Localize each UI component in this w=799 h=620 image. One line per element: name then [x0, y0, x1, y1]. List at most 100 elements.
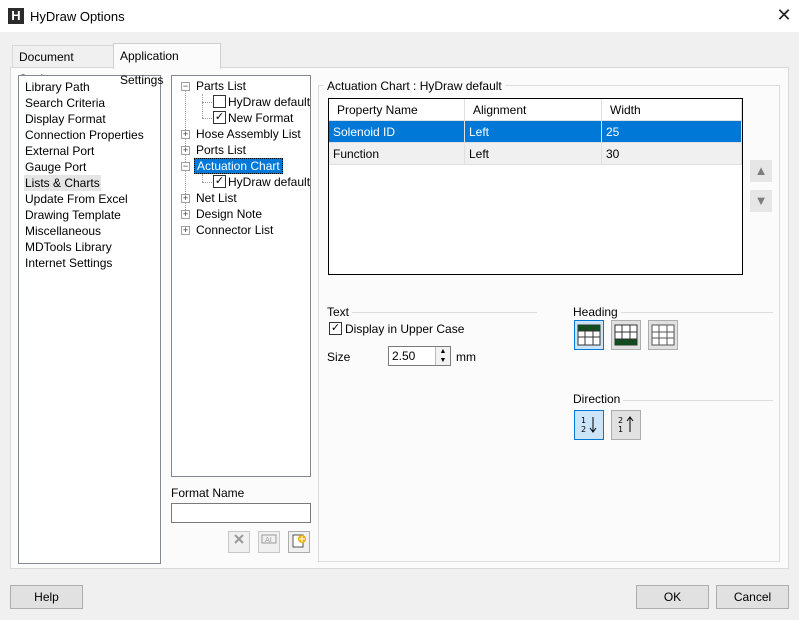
delete-icon [234, 534, 244, 544]
close-icon[interactable]: ✕ [772, 4, 796, 28]
format-name-label: Format Name [171, 486, 245, 500]
expand-icon[interactable]: + [181, 194, 190, 203]
category-mdtools-library[interactable]: MDTools Library [25, 239, 112, 255]
heading-top-icon [577, 324, 601, 346]
app-icon: H [8, 8, 24, 24]
window-title: HyDraw Options [30, 9, 125, 24]
size-unit: mm [456, 350, 476, 364]
format-tree[interactable]: − Parts List HyDraw default ✓ New Format… [171, 75, 311, 477]
tree-node-actuation-chart[interactable]: − Actuation Chart [172, 158, 302, 174]
tree-node-parts-new-format[interactable]: ✓ New Format [172, 110, 302, 126]
chart-group-title: Actuation Chart : HyDraw default [324, 79, 505, 93]
cell-width[interactable]: 30 [602, 143, 742, 165]
heading-none-button[interactable] [648, 320, 678, 350]
column-header[interactable]: Width [602, 99, 742, 121]
checkbox-checked[interactable]: ✓ [213, 175, 226, 188]
upper-case-checkbox[interactable]: ✓ [329, 322, 342, 335]
new-format-button[interactable] [288, 531, 310, 553]
collapse-icon[interactable]: − [181, 162, 190, 171]
new-format-icon [292, 534, 306, 548]
spin-up-icon[interactable]: ▲ [435, 347, 450, 356]
heading-bottom-icon [614, 324, 638, 346]
triangle-down-icon: ▼ [754, 193, 768, 208]
tree-node-parts-hydraw-default[interactable]: HyDraw default [172, 94, 310, 110]
category-list[interactable]: Library Path Search Criteria Display For… [18, 75, 161, 564]
direction-up-button[interactable]: 2 1 [611, 410, 641, 440]
tree-node-design-note[interactable]: + Design Note [172, 206, 302, 222]
tree-node-connector-list[interactable]: + Connector List [172, 222, 302, 238]
upper-case-label: Display in Upper Case [345, 322, 465, 336]
category-search-criteria[interactable]: Search Criteria [25, 95, 105, 111]
heading-bottom-button[interactable] [611, 320, 641, 350]
property-grid[interactable]: Property Name Alignment Width Solenoid I… [328, 98, 743, 275]
column-header[interactable]: Alignment [465, 99, 602, 121]
tree-label: Parts List [196, 79, 247, 93]
tab-application-settings[interactable]: Application Settings [113, 43, 221, 87]
size-stepper[interactable]: 2.50 ▲ ▼ [388, 346, 451, 366]
tree-node-hose-assembly-list[interactable]: + Hose Assembly List [172, 126, 302, 142]
category-miscellaneous[interactable]: Miscellaneous [25, 223, 101, 239]
cell-alignment[interactable]: Left [465, 143, 602, 165]
tree-label: Net List [196, 191, 237, 205]
tree-label: HyDraw default [228, 175, 311, 189]
category-update-from-excel[interactable]: Update From Excel [25, 191, 128, 207]
text-group-title: Text [327, 305, 353, 319]
triangle-up-icon: ▲ [754, 163, 768, 178]
category-internet-settings[interactable]: Internet Settings [25, 255, 112, 271]
tree-label: Ports List [196, 143, 247, 157]
cell-property-name[interactable]: Function [329, 143, 465, 165]
category-external-port[interactable]: External Port [25, 143, 94, 159]
rename-format-button[interactable]: AI [258, 531, 280, 553]
expand-icon[interactable]: + [181, 210, 190, 219]
tree-node-ports-list[interactable]: + Ports List [172, 142, 302, 158]
move-down-button[interactable]: ▼ [750, 190, 772, 212]
tree-node-parts-list[interactable]: − Parts List [172, 78, 302, 94]
size-label: Size [327, 350, 351, 364]
move-up-button[interactable]: ▲ [750, 160, 772, 182]
category-drawing-template[interactable]: Drawing Template [25, 207, 121, 223]
svg-text:2: 2 [581, 425, 586, 434]
delete-format-button[interactable] [228, 531, 250, 553]
checkbox-unchecked[interactable] [213, 95, 226, 108]
tree-label-selected: Actuation Chart [194, 158, 283, 174]
heading-top-button[interactable] [574, 320, 604, 350]
ok-button[interactable]: OK [636, 585, 709, 609]
svg-text:1: 1 [581, 416, 586, 425]
category-lists-charts[interactable]: Lists & Charts [24, 175, 101, 191]
expand-icon[interactable]: + [181, 130, 190, 139]
tab-document-settings[interactable]: Document Settings [12, 45, 114, 86]
size-value: 2.50 [392, 349, 416, 363]
sort-up-icon: 2 1 [618, 416, 634, 434]
expand-icon[interactable]: + [181, 226, 190, 235]
tree-label: Hose Assembly List [196, 127, 301, 141]
column-header[interactable]: Property Name [329, 99, 465, 121]
help-button[interactable]: Help [10, 585, 83, 609]
category-library-path[interactable]: Library Path [25, 79, 90, 95]
cell-property-name[interactable]: Solenoid ID [329, 121, 465, 143]
tree-label: Design Note [196, 207, 263, 221]
category-connection-properties[interactable]: Connection Properties [25, 127, 144, 143]
svg-text:2: 2 [618, 416, 623, 425]
collapse-icon[interactable]: − [181, 82, 190, 91]
cell-width[interactable]: 25 [602, 121, 742, 143]
cell-alignment[interactable]: Left [465, 121, 602, 143]
category-display-format[interactable]: Display Format [25, 111, 106, 127]
tree-label: HyDraw default [228, 95, 311, 109]
heading-group-title: Heading [573, 305, 621, 319]
tree-node-net-list[interactable]: + Net List [172, 190, 302, 206]
checkbox-checked[interactable]: ✓ [213, 111, 226, 124]
svg-text:1: 1 [618, 425, 623, 434]
direction-down-button[interactable]: 1 2 [574, 410, 604, 440]
expand-icon[interactable]: + [181, 146, 190, 155]
title-bar: H HyDraw Options ✕ [0, 0, 799, 32]
format-name-input[interactable] [171, 503, 311, 523]
cancel-button[interactable]: Cancel [716, 585, 789, 609]
heading-none-icon [651, 324, 675, 346]
tree-node-actuation-hydraw-default[interactable]: ✓ HyDraw default [172, 174, 310, 190]
category-gauge-port[interactable]: Gauge Port [25, 159, 86, 175]
rename-icon: AI [261, 534, 277, 544]
direction-group-title: Direction [573, 392, 624, 406]
tree-label: Connector List [196, 223, 274, 237]
spin-down-icon[interactable]: ▼ [435, 356, 450, 365]
svg-text:AI: AI [265, 536, 272, 544]
